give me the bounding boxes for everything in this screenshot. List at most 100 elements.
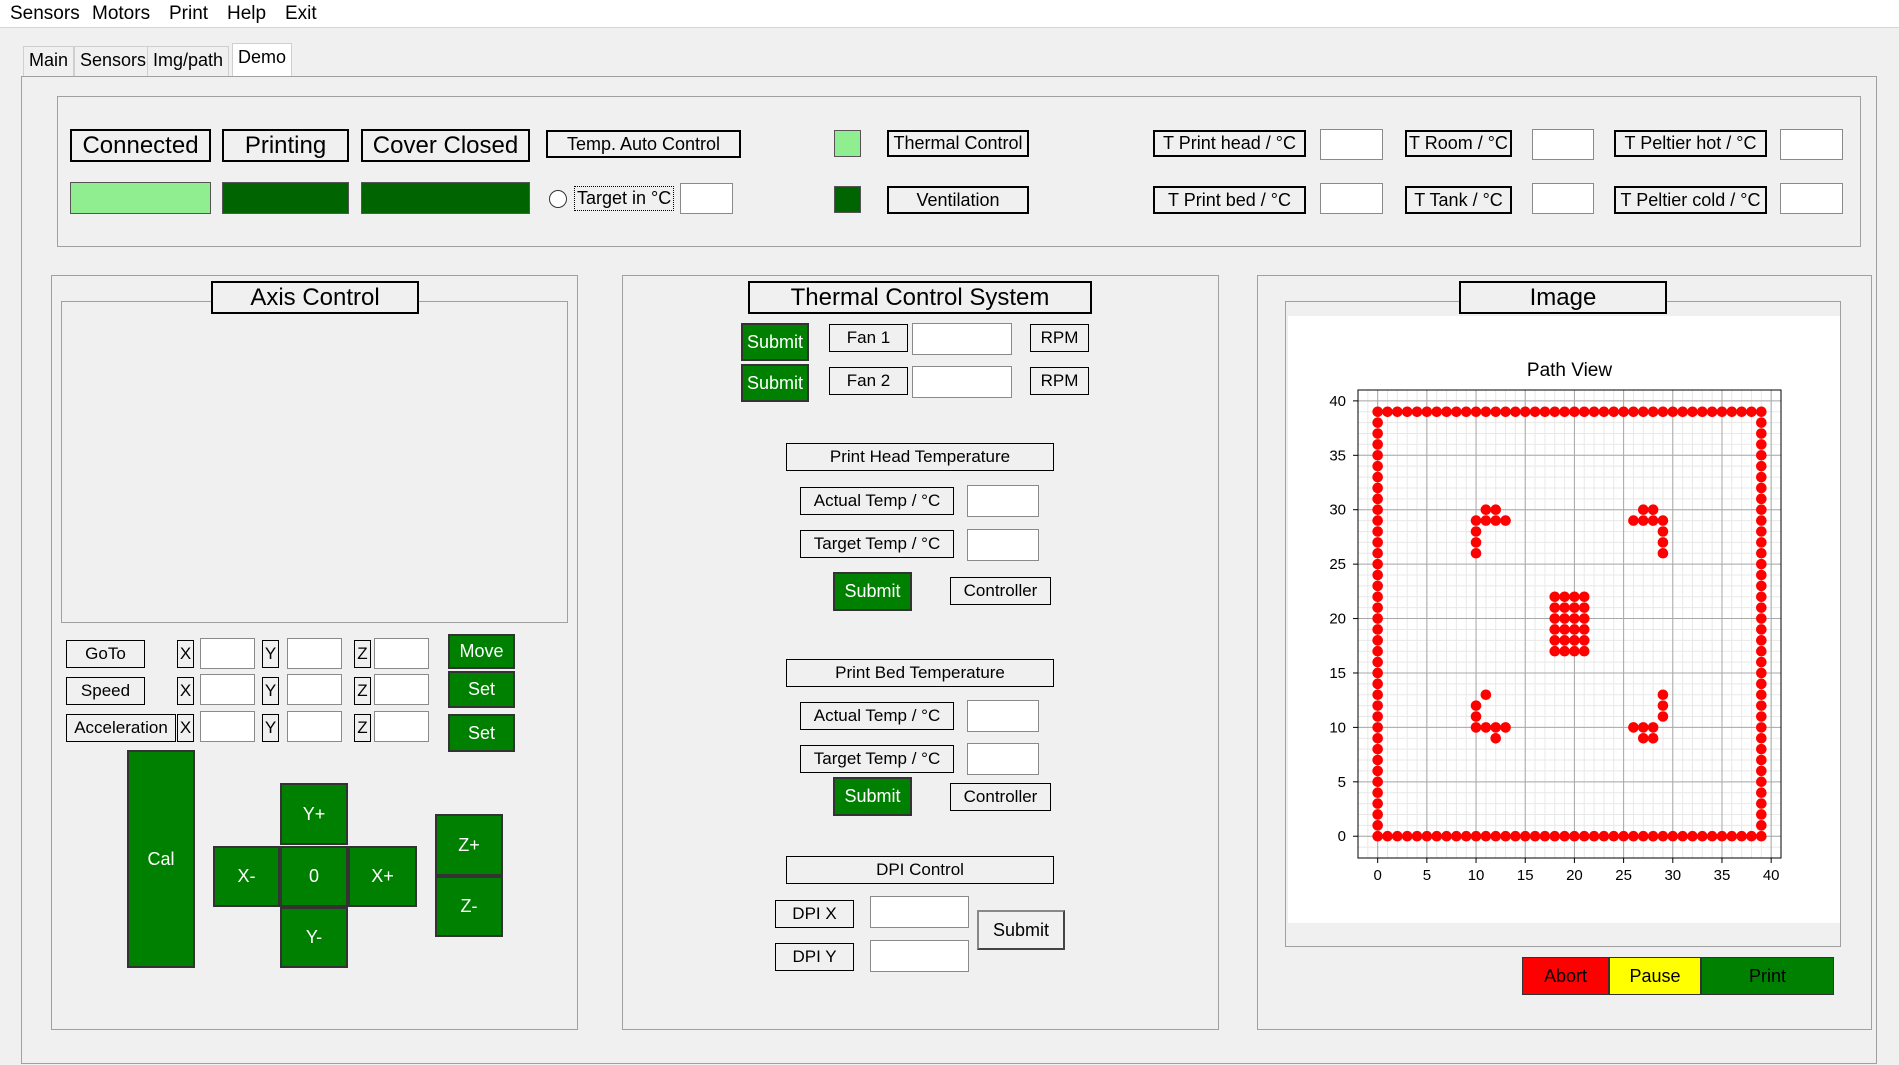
- y-plus-button[interactable]: Y+: [280, 783, 348, 845]
- path-point: [1460, 406, 1472, 418]
- z-plus-button[interactable]: Z+: [435, 814, 503, 876]
- speed-set-button[interactable]: Set: [448, 671, 515, 708]
- head-actual-input[interactable]: [967, 485, 1039, 517]
- bed-submit-button[interactable]: Submit: [833, 777, 912, 816]
- bed-target-input[interactable]: [967, 743, 1039, 775]
- path-point: [1569, 624, 1580, 635]
- dpi-x-input[interactable]: [870, 896, 969, 928]
- path-point: [1756, 624, 1767, 635]
- t-tank-value[interactable]: [1532, 183, 1594, 214]
- path-point: [1372, 482, 1383, 494]
- fan2-submit-button[interactable]: Submit: [741, 364, 809, 402]
- path-point: [1756, 417, 1767, 428]
- ventilation-label: Ventilation: [887, 186, 1029, 214]
- path-point: [1490, 504, 1502, 516]
- path-point: [1372, 569, 1383, 581]
- path-point: [1372, 580, 1383, 592]
- speed-z-label: Z: [354, 677, 371, 705]
- home-zero-button[interactable]: 0: [280, 846, 348, 907]
- print-button[interactable]: Print: [1701, 957, 1834, 995]
- bed-actual-input[interactable]: [967, 700, 1039, 732]
- path-point: [1372, 787, 1383, 798]
- path-point: [1637, 515, 1649, 526]
- t-peltier-hot-value[interactable]: [1780, 129, 1843, 160]
- tab-sensors[interactable]: Sensors: [74, 46, 153, 76]
- t-room-value[interactable]: [1532, 129, 1594, 160]
- tab-demo[interactable]: Demo: [232, 43, 293, 76]
- fan1-input[interactable]: [912, 323, 1012, 355]
- calibrate-button[interactable]: Cal: [127, 750, 195, 968]
- path-point: [1756, 635, 1767, 646]
- path-point: [1756, 482, 1767, 494]
- path-point: [1549, 591, 1561, 603]
- x-minus-button[interactable]: X-: [213, 846, 280, 907]
- path-point: [1756, 406, 1767, 418]
- y-tick-label: 15: [1329, 665, 1346, 682]
- path-point: [1421, 406, 1433, 418]
- accel-set-button[interactable]: Set: [448, 714, 515, 752]
- status-frame: [57, 96, 1861, 247]
- speed-x-input[interactable]: [200, 674, 255, 705]
- accel-x-input[interactable]: [200, 711, 255, 742]
- path-point: [1756, 809, 1767, 820]
- menu-help[interactable]: Help: [227, 3, 266, 25]
- path-point: [1470, 830, 1482, 842]
- target-input[interactable]: [680, 183, 733, 214]
- t-peltier-cold-value[interactable]: [1780, 183, 1843, 214]
- pause-button[interactable]: Pause: [1609, 957, 1701, 995]
- dpi-submit-button[interactable]: Submit: [977, 910, 1065, 950]
- path-point: [1441, 830, 1452, 842]
- path-point: [1470, 700, 1482, 711]
- path-point: [1480, 406, 1492, 418]
- cover-indicator: [361, 182, 530, 214]
- speed-y-input[interactable]: [287, 674, 342, 705]
- connected-label: Connected: [70, 129, 211, 162]
- t-print-head-value[interactable]: [1320, 129, 1383, 160]
- fan2-input[interactable]: [912, 366, 1012, 398]
- path-point: [1756, 711, 1767, 722]
- dpi-y-input[interactable]: [870, 940, 969, 972]
- menu-sensors[interactable]: Sensors: [10, 3, 80, 25]
- accel-z-input[interactable]: [374, 711, 429, 742]
- path-point: [1637, 406, 1649, 418]
- head-target-input[interactable]: [967, 529, 1039, 561]
- t-print-bed-value[interactable]: [1320, 183, 1383, 214]
- t-tank-label: T Tank / °C: [1405, 186, 1512, 214]
- speed-z-input[interactable]: [374, 674, 429, 705]
- path-point: [1382, 830, 1393, 842]
- path-point: [1480, 689, 1492, 701]
- goto-y-input[interactable]: [287, 638, 342, 669]
- path-point: [1756, 450, 1767, 461]
- menu-motors[interactable]: Motors: [92, 3, 150, 25]
- bed-actual-label: Actual Temp / °C: [800, 702, 954, 730]
- y-minus-button[interactable]: Y-: [280, 907, 348, 968]
- path-point: [1460, 830, 1472, 842]
- fan1-label: Fan 1: [829, 324, 908, 352]
- abort-button[interactable]: Abort: [1522, 957, 1609, 995]
- path-point: [1628, 722, 1639, 733]
- x-plus-button[interactable]: X+: [348, 846, 417, 907]
- menu-exit[interactable]: Exit: [285, 3, 317, 25]
- goto-label: GoTo: [66, 640, 145, 668]
- head-submit-button[interactable]: Submit: [833, 572, 912, 611]
- path-point: [1578, 406, 1590, 418]
- goto-x-input[interactable]: [200, 638, 255, 669]
- path-point: [1756, 732, 1767, 744]
- z-minus-button[interactable]: Z-: [435, 876, 503, 937]
- move-button[interactable]: Move: [448, 634, 515, 669]
- accel-y-input[interactable]: [287, 711, 342, 742]
- path-point: [1637, 722, 1649, 733]
- fan1-submit-button[interactable]: Submit: [741, 323, 809, 361]
- chart-title: Path View: [1527, 360, 1612, 381]
- tab-imgpath[interactable]: Img/path: [147, 46, 230, 76]
- path-point: [1598, 406, 1610, 418]
- path-point: [1667, 406, 1679, 418]
- goto-z-input[interactable]: [374, 638, 429, 669]
- path-point: [1372, 798, 1383, 809]
- path-point: [1372, 460, 1383, 472]
- tab-main[interactable]: Main: [23, 46, 75, 76]
- path-point: [1421, 830, 1433, 842]
- dpi-control-title: DPI Control: [786, 856, 1054, 884]
- target-radio[interactable]: [549, 190, 567, 208]
- menu-print[interactable]: Print: [169, 3, 208, 25]
